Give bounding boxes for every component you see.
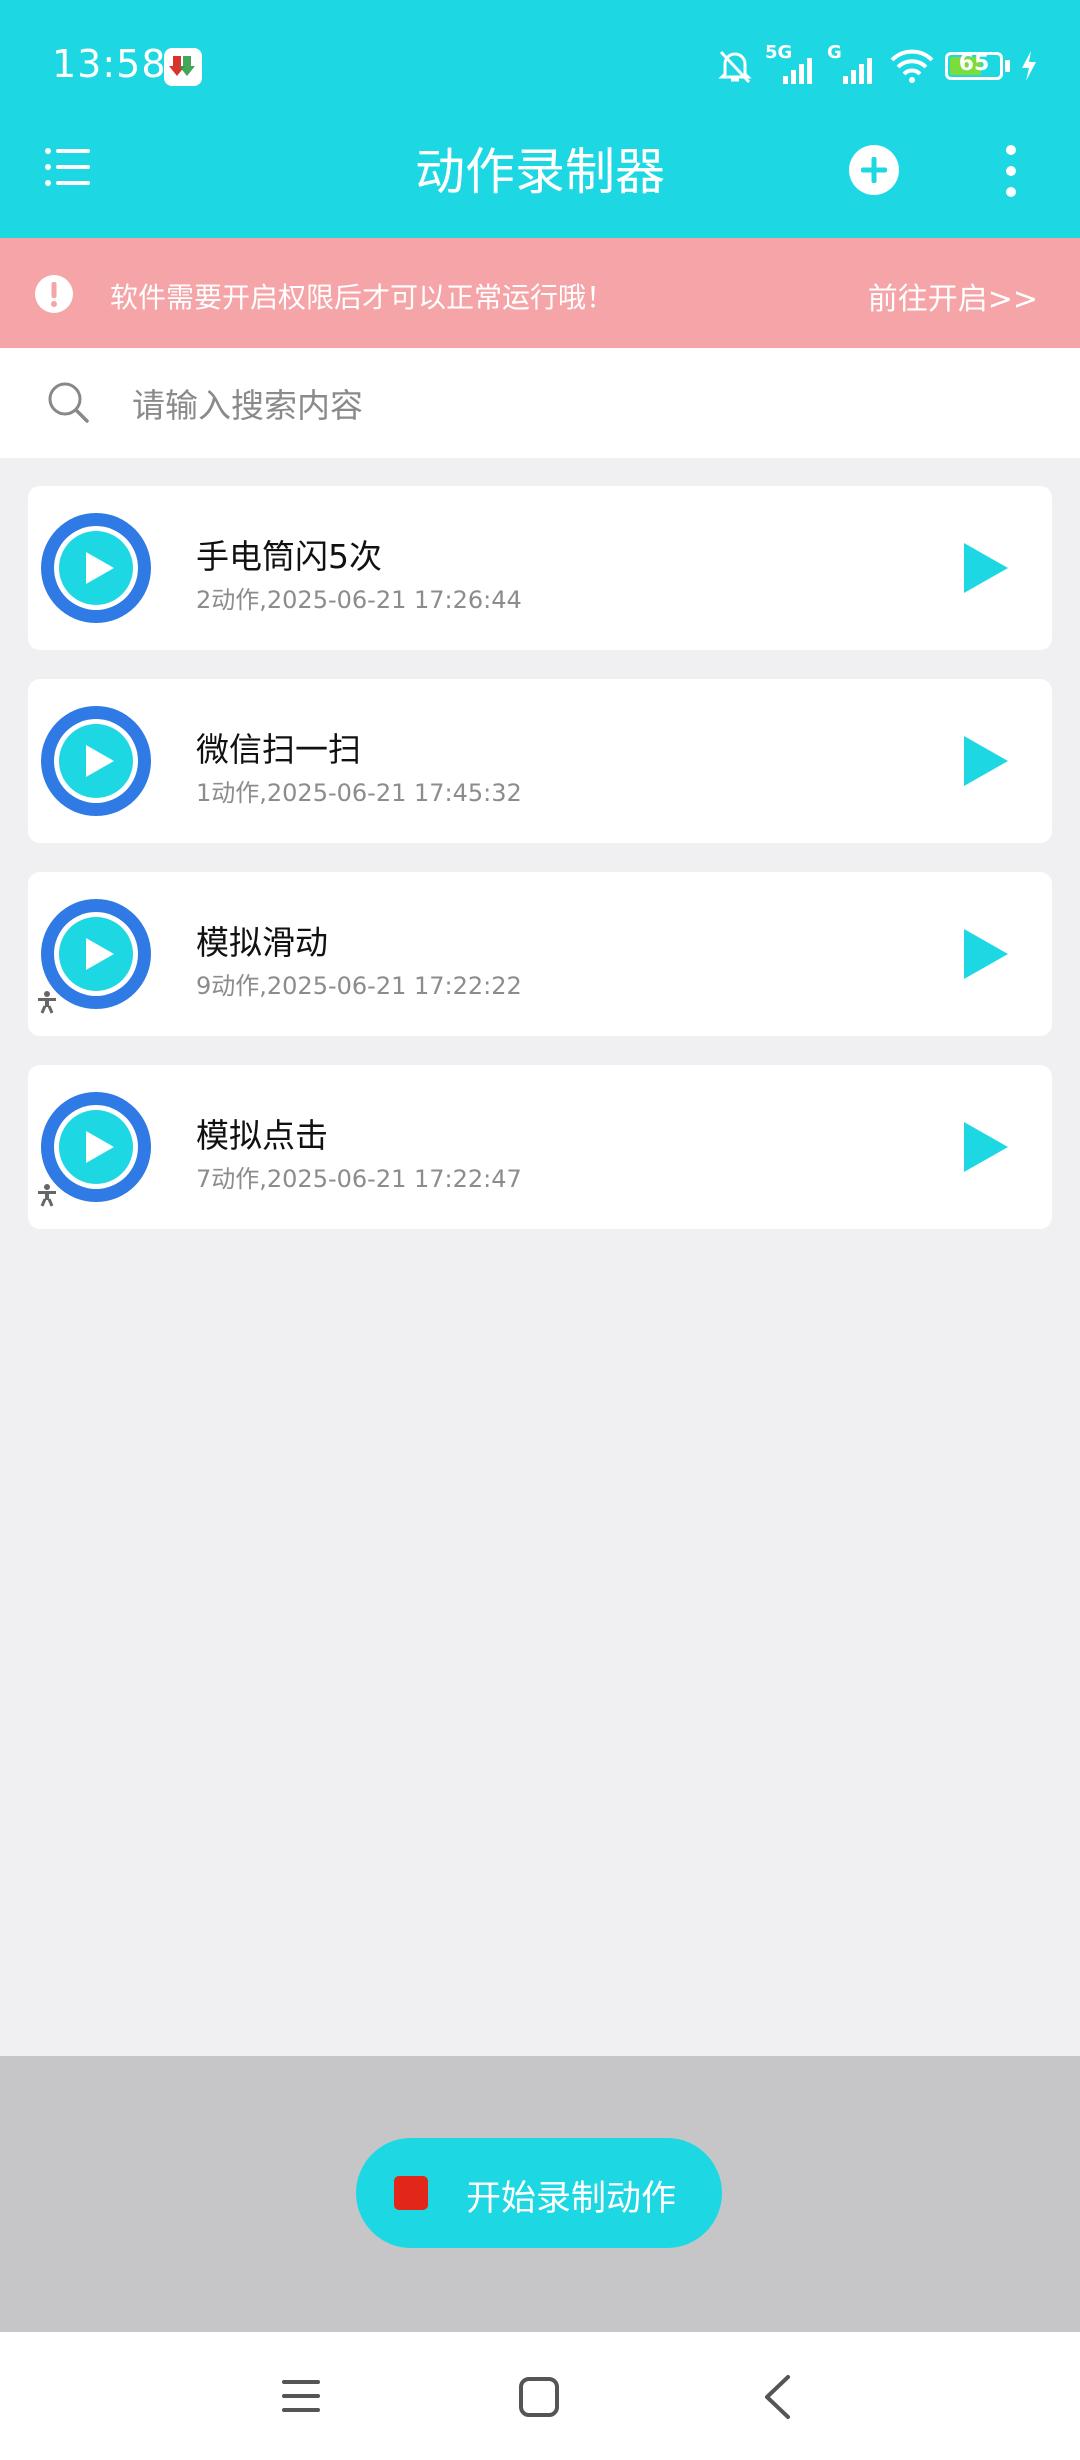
search-input[interactable]	[130, 372, 1034, 438]
alert-icon	[35, 275, 73, 313]
download-app-icon	[164, 48, 202, 86]
signal-g-icon: G	[827, 42, 879, 86]
status-indicators: 5G G 65	[715, 42, 1038, 88]
permission-message: 软件需要开启权限后才可以正常运行哦！	[110, 281, 615, 314]
recording-meta: 9动作,2025-06-21 17:22:22	[196, 972, 522, 1000]
add-icon[interactable]	[848, 144, 900, 196]
play-icon[interactable]	[960, 540, 1012, 596]
more-vertical-icon[interactable]	[996, 144, 1026, 198]
recording-title: 手电筒闪5次	[196, 537, 382, 576]
record-stop-icon	[394, 2176, 428, 2210]
recording-meta: 7动作,2025-06-21 17:22:47	[196, 1165, 522, 1193]
battery-tip	[1005, 60, 1010, 72]
back-icon[interactable]	[762, 2374, 792, 2420]
battery-level: 65	[958, 51, 990, 76]
play-icon[interactable]	[960, 733, 1012, 789]
recording-avatar-icon	[41, 706, 151, 816]
recording-avatar-icon	[41, 513, 151, 623]
play-icon[interactable]	[960, 926, 1012, 982]
mute-bell-icon	[718, 50, 752, 84]
page-title: 动作录制器	[415, 143, 665, 201]
recording-meta: 1动作,2025-06-21 17:45:32	[196, 779, 522, 807]
recording-item[interactable]: 模拟滑动 9动作,2025-06-21 17:22:22	[28, 872, 1052, 1036]
charging-bolt-icon	[1022, 51, 1036, 81]
start-recording-button[interactable]: 开始录制动作	[356, 2138, 722, 2248]
home-icon[interactable]	[518, 2376, 560, 2418]
recording-item[interactable]: 模拟点击 7动作,2025-06-21 17:22:47	[28, 1065, 1052, 1229]
start-recording-label: 开始录制动作	[466, 2179, 677, 2219]
battery-icon: 65	[945, 51, 1003, 80]
signal-5g-icon: 5G	[765, 42, 817, 86]
recording-item[interactable]: 微信扫一扫 1动作,2025-06-21 17:45:32	[28, 679, 1052, 843]
recent-apps-icon[interactable]	[280, 2376, 322, 2416]
wifi-icon	[890, 49, 934, 83]
search-icon	[48, 382, 89, 423]
recording-meta: 2动作,2025-06-21 17:26:44	[196, 586, 522, 614]
recording-item[interactable]: 手电筒闪5次 2动作,2025-06-21 17:26:44	[28, 486, 1052, 650]
status-time: 13:58	[52, 42, 167, 86]
recording-title: 模拟滑动	[196, 923, 328, 962]
recording-title: 微信扫一扫	[196, 730, 361, 769]
play-icon[interactable]	[960, 1119, 1012, 1175]
recording-title: 模拟点击	[196, 1116, 328, 1155]
accessibility-icon	[38, 1184, 56, 1207]
enable-permission-link[interactable]: 前往开启>>	[868, 274, 1038, 318]
accessibility-icon	[38, 991, 56, 1014]
